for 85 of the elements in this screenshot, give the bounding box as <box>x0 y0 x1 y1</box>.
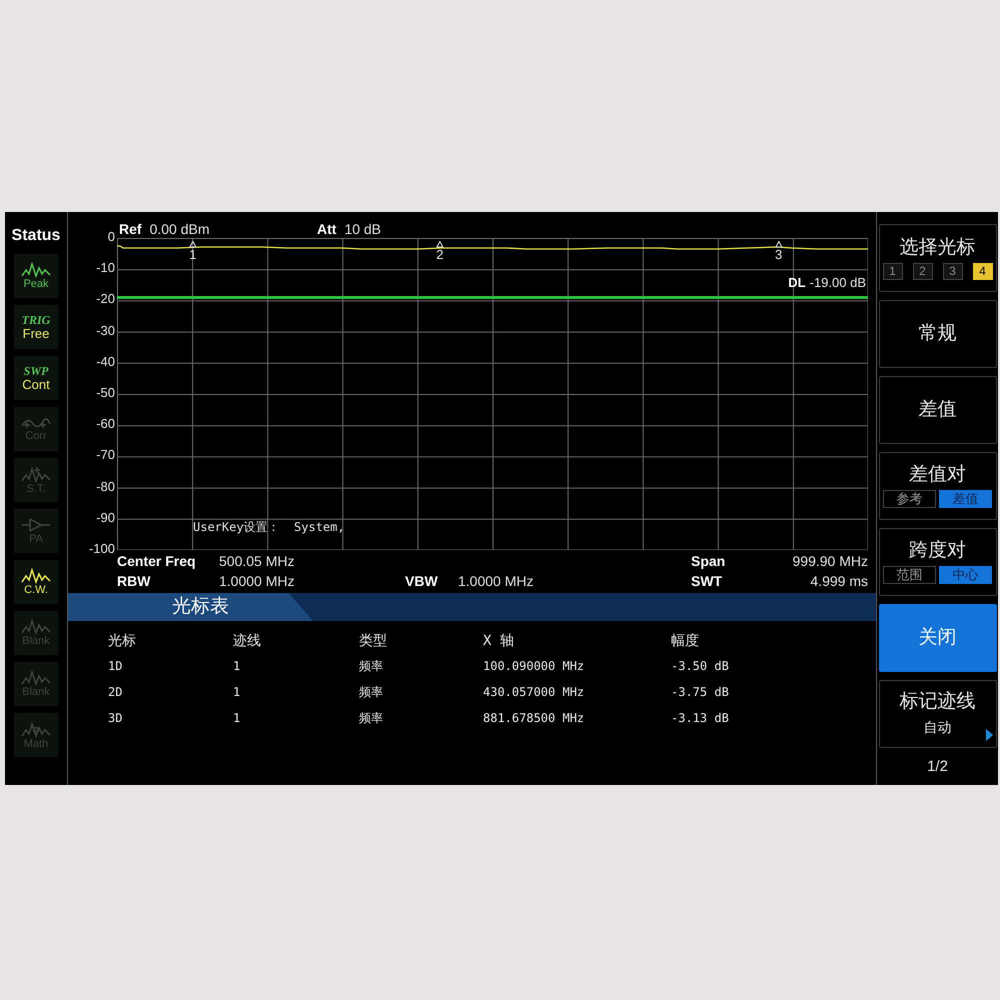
y-axis-label: -30 <box>96 324 115 338</box>
y-axis-label: -20 <box>96 292 115 306</box>
header-value: 10 dB <box>344 220 382 238</box>
y-axis-label: -70 <box>96 448 115 462</box>
wave-icon <box>21 465 51 483</box>
cursor-option[interactable]: 3 <box>942 262 962 280</box>
toggle-option[interactable]: 参考 <box>883 490 936 508</box>
y-axis-label: -90 <box>96 510 115 525</box>
header-label: Ref <box>119 220 142 238</box>
status-value: Free <box>22 327 50 341</box>
status-tag: TRIG <box>22 313 50 327</box>
marker-label: 2 <box>436 248 444 262</box>
arrow-icon <box>986 729 992 741</box>
marker-icon <box>436 241 444 248</box>
y-axis-label: -50 <box>96 386 115 400</box>
status-label: C.W. <box>24 584 48 596</box>
info-value: 500.05 MHz <box>219 552 296 571</box>
y-axis-label: -100 <box>88 542 115 556</box>
column-header: 光标 <box>108 632 137 651</box>
wave-icon <box>21 619 51 635</box>
marker-icon <box>189 241 196 248</box>
y-axis-label: 0 <box>108 230 115 244</box>
y-axis-label: -10 <box>96 261 115 276</box>
status-tag: SWP <box>24 364 48 378</box>
softkey-button[interactable]: 关闭 <box>878 604 996 672</box>
column-header: 类型 <box>359 632 388 651</box>
table-title: 光标表 <box>172 594 229 619</box>
amplifier-icon <box>21 517 51 533</box>
info-label: Span <box>691 552 726 571</box>
softkey-button[interactable]: 常规 <box>878 300 996 368</box>
y-axis-label: -40 <box>96 354 115 369</box>
wave-icon <box>21 262 51 278</box>
info-label: SWT <box>691 572 724 591</box>
wave-icon <box>21 670 51 686</box>
message-text: UserKey设置： System, <box>193 519 345 536</box>
table-cell-text: 430.057000 MHz <box>483 684 586 701</box>
table-cell-text: 1 <box>233 658 242 675</box>
info-value: 1.0000 MHz <box>219 572 296 591</box>
cursor-option[interactable]: 4 <box>972 262 992 280</box>
table-cell-text: 1D <box>108 658 124 675</box>
softkey-button[interactable]: 标记迹线 自动 <box>878 680 996 748</box>
status-value: Cont <box>22 378 50 392</box>
table-cell-text: 频率 <box>359 658 384 675</box>
softkey-label: 差值对 <box>909 464 966 486</box>
table-cell-text: 1 <box>233 684 242 701</box>
table-cell-text: 100.090000 MHz <box>483 658 586 675</box>
softkey-button[interactable]: 差值 <box>878 376 996 444</box>
wave-icon <box>21 568 51 584</box>
header-label: Att <box>317 220 336 238</box>
table-cell-text: 频率 <box>359 710 384 727</box>
display-line-label: DL <box>788 276 806 290</box>
header-value: 0.00 dBm <box>150 220 210 238</box>
info-label: VBW <box>405 572 439 591</box>
table-cell-text: 频率 <box>359 684 384 701</box>
display-line-value: -19.00 dB <box>810 276 866 290</box>
table-cell-text: -3.50 dB <box>671 658 730 675</box>
toggle-option[interactable]: 范围 <box>883 566 936 584</box>
table-cell-text: 3D <box>108 710 124 727</box>
cursor-option[interactable]: 2 <box>912 262 932 280</box>
info-value: 4.999 ms <box>810 572 868 591</box>
curve-icon <box>21 416 51 430</box>
column-header: 幅度 <box>671 632 700 651</box>
page-indicator: 1/2 <box>927 757 948 777</box>
table-cell-text: -3.75 dB <box>671 684 730 701</box>
marker-label: 1 <box>189 248 196 262</box>
info-value: 999.90 MHz <box>792 552 868 571</box>
info-label: Center Freq <box>117 552 197 571</box>
info-label: RBW <box>117 572 152 591</box>
softkey-label: 跨度对 <box>909 540 966 562</box>
marker-label: 3 <box>775 248 782 262</box>
marker-icon <box>775 241 782 248</box>
cursor-option[interactable]: 1 <box>882 262 902 280</box>
column-header: 迹线 <box>233 632 262 651</box>
y-axis-label: -80 <box>96 480 115 494</box>
table-cell-text: 881.678500 MHz <box>483 710 586 727</box>
table-cell-text: 2D <box>108 684 124 701</box>
wave-icon <box>21 720 51 738</box>
column-header: X 轴 <box>483 632 515 651</box>
status-label: Peak <box>23 278 49 290</box>
table-cell-text: 1 <box>233 710 242 727</box>
status-title: Status <box>12 226 60 246</box>
y-axis-label: -60 <box>96 417 115 432</box>
softkey-label: 选择光标 <box>900 236 976 258</box>
info-value: 1.0000 MHz <box>458 572 534 591</box>
table-cell-text: -3.13 dB <box>671 710 730 727</box>
